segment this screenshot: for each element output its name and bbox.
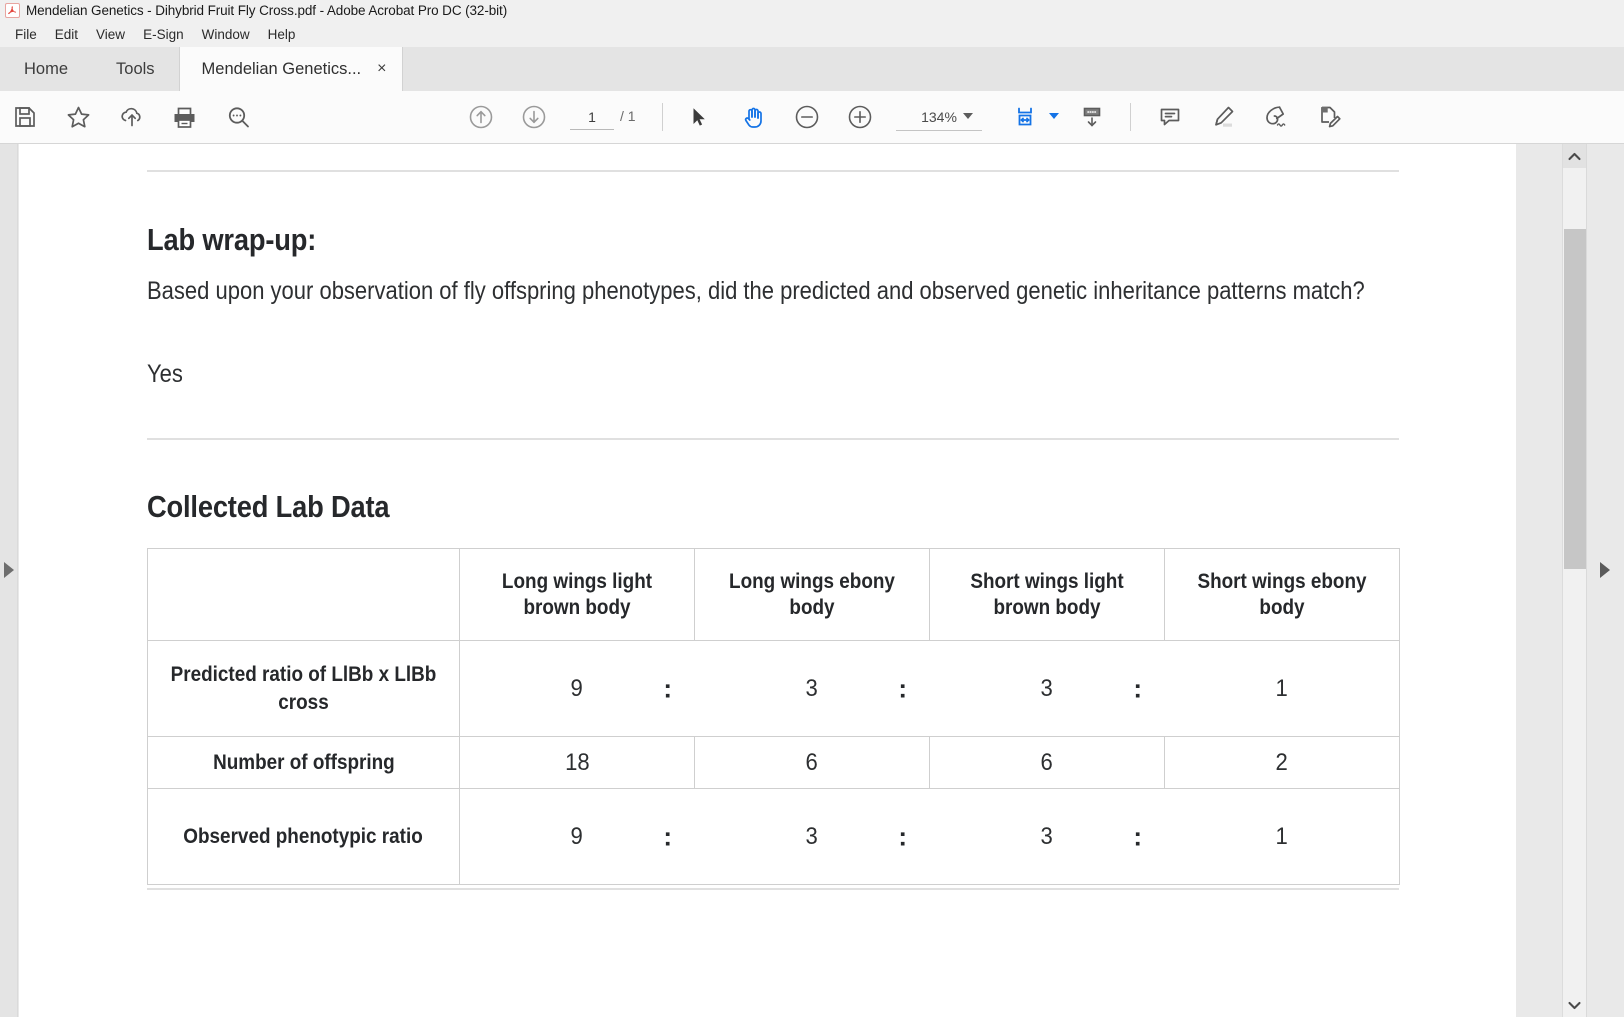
horizontal-rule (147, 438, 1399, 440)
search-icon[interactable] (216, 91, 260, 143)
page-total-label: / 1 (620, 108, 636, 124)
tab-tools[interactable]: Tools (92, 47, 179, 91)
plus-circle-icon[interactable] (838, 91, 882, 143)
cursor-arrow-icon[interactable] (678, 91, 720, 143)
menu-item-view[interactable]: View (87, 25, 134, 44)
comment-icon[interactable] (1148, 91, 1192, 143)
star-icon[interactable] (56, 91, 100, 143)
left-panel-rail (0, 144, 18, 1017)
tab-document[interactable]: Mendelian Genetics... × (178, 47, 404, 91)
cell-count-long-ebony: 6 (694, 736, 930, 789)
ratio-separator: : (1133, 672, 1142, 703)
cell-observed-long-ebony: 3 : (694, 788, 930, 885)
tab-bar: Home Tools Mendelian Genetics... × (0, 47, 1624, 91)
acrobat-window: Mendelian Genetics - Dihybrid Fruit Fly … (0, 0, 1624, 1017)
menu-item-esign[interactable]: E-Sign (134, 25, 193, 44)
row-label-predicted-ratio: Predicted ratio of LlBb x LlBb cross (147, 640, 460, 737)
page-heading-lab-wrapup: Lab wrap-up: (147, 222, 317, 257)
menu-item-edit[interactable]: Edit (46, 25, 87, 44)
toolbar: / 1 (0, 91, 1624, 144)
right-panel-rail (1586, 144, 1624, 1017)
window-title: Mendelian Genetics - Dihybrid Fruit Fly … (26, 3, 508, 18)
chevron-down-icon[interactable] (1049, 113, 1059, 119)
chevron-up-icon[interactable] (1563, 144, 1586, 168)
title-bar: Mendelian Genetics - Dihybrid Fruit Fly … (0, 0, 1624, 21)
hand-icon[interactable] (731, 91, 775, 143)
expand-right-panel-icon[interactable] (1600, 562, 1610, 578)
page-scroll-icon[interactable] (1070, 91, 1114, 143)
collected-lab-data-table: Long wings light brown body Long wings e… (147, 548, 1400, 885)
row-label-number-of-offspring: Number of offspring (147, 736, 460, 789)
edit-pdf-icon[interactable] (1305, 91, 1351, 143)
chevron-down-icon[interactable] (1563, 993, 1586, 1017)
cloud-upload-icon[interactable] (110, 91, 154, 143)
table-row-number-of-offspring: Number of offspring 18 6 6 2 (147, 736, 1400, 789)
minus-circle-icon[interactable] (785, 91, 829, 143)
pdf-page[interactable]: Lab wrap-up: Based upon your observation… (19, 144, 1516, 1017)
toolbar-divider (1130, 103, 1131, 131)
horizontal-rule (147, 170, 1399, 172)
highlighter-icon[interactable] (1200, 91, 1246, 143)
table-header-short-ebony: Short wings ebony body (1164, 548, 1400, 641)
menu-item-window[interactable]: Window (193, 25, 259, 44)
question-text: Based upon your observation of fly offsp… (147, 277, 1365, 305)
fit-width-icon[interactable] (1005, 91, 1045, 143)
ratio-separator: : (663, 820, 672, 851)
arrow-up-circle-icon[interactable] (459, 91, 503, 143)
chevron-down-icon[interactable] (963, 113, 973, 119)
close-icon[interactable]: × (377, 61, 386, 77)
cell-predicted-short-ebony: 1 (1164, 640, 1400, 737)
ratio-separator: : (663, 672, 672, 703)
acrobat-logo-icon (5, 3, 20, 18)
vertical-scrollbar[interactable] (1562, 144, 1586, 1017)
save-icon[interactable] (4, 91, 46, 143)
table-row-observed-ratio: Observed phenotypic ratio 9 : 3 : 3: 1 (147, 788, 1400, 885)
arrow-down-circle-icon[interactable] (512, 91, 556, 143)
toolbar-divider (662, 103, 663, 131)
cell-observed-long-light: 9 : (459, 788, 695, 885)
cell-predicted-long-ebony: 3 : (694, 640, 930, 737)
ratio-separator: : (898, 672, 907, 703)
table-header-long-light: Long wings light brown body (459, 548, 695, 641)
print-icon[interactable] (162, 91, 206, 143)
page-heading-collected-lab-data: Collected Lab Data (147, 489, 390, 524)
menu-item-file[interactable]: File (6, 25, 46, 44)
table-header-blank (147, 548, 460, 641)
zoom-level-value: 134% (921, 108, 957, 125)
table-header-short-light: Short wings light brown body (929, 548, 1165, 641)
cell-count-long-light: 18 (459, 736, 695, 789)
answer-text: Yes (147, 360, 183, 388)
sign-pen-icon[interactable] (1252, 91, 1298, 143)
cell-count-short-ebony: 2 (1164, 736, 1400, 789)
tab-document-label: Mendelian Genetics... (201, 59, 362, 78)
horizontal-rule (147, 888, 1399, 890)
row-label-observed-ratio: Observed phenotypic ratio (147, 788, 460, 885)
table-header-long-ebony: Long wings ebony body (694, 548, 930, 641)
cell-predicted-long-light: 9 : (459, 640, 695, 737)
ratio-separator: : (898, 820, 907, 851)
tab-home[interactable]: Home (0, 47, 92, 91)
table-row-predicted-ratio: Predicted ratio of LlBb x LlBb cross 9 :… (147, 640, 1400, 737)
menu-item-help[interactable]: Help (259, 25, 305, 44)
cell-observed-short-light: 3 : (929, 788, 1165, 885)
ratio-separator: : (1133, 820, 1142, 851)
main-area: Lab wrap-up: Based upon your observation… (0, 144, 1624, 1017)
cell-count-short-light: 6 (929, 736, 1165, 789)
cell-predicted-short-light: 3 : (929, 640, 1165, 737)
cell-observed-short-ebony: 1 (1164, 788, 1400, 885)
table-header-row: Long wings light brown body Long wings e… (147, 548, 1400, 641)
scrollbar-thumb[interactable] (1564, 229, 1586, 569)
expand-left-panel-icon[interactable] (4, 562, 14, 578)
page-number-input[interactable] (570, 104, 614, 130)
menu-bar: File Edit View E-Sign Window Help (0, 21, 1624, 47)
